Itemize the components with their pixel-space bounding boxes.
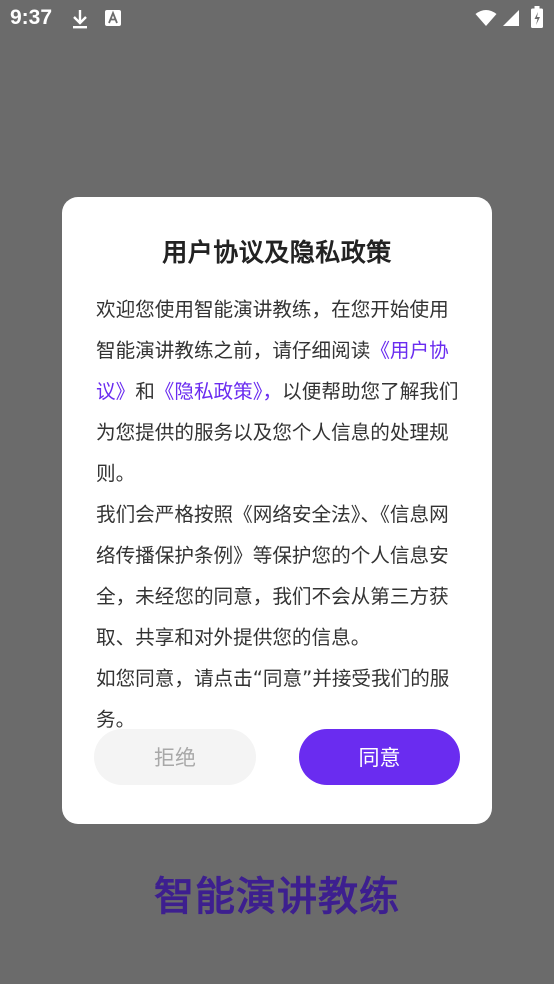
wifi-icon: [475, 10, 497, 26]
reject-button[interactable]: 拒绝: [94, 729, 256, 785]
agree-button[interactable]: 同意: [299, 729, 460, 785]
intro-paragraph: 欢迎您使用智能演讲教练，在您开始使用智能演讲教练之前，请仔细阅读《用户协议》和《…: [96, 289, 462, 494]
privacy-policy-link[interactable]: 《隐私政策》，: [155, 380, 282, 403]
download-icon: [73, 10, 87, 29]
text-a-icon: [105, 10, 121, 26]
law-paragraph: 我们会严格按照《网络安全法》、《信息网络传播保护条例》等保护您的个人信息安全，未…: [96, 503, 449, 649]
dialog-title: 用户协议及隐私政策: [162, 238, 392, 267]
dialog-body[interactable]: 欢迎您使用智能演讲教练，在您开始使用智能演讲教练之前，请仔细阅读《用户协议》和《…: [96, 289, 462, 730]
signal-icon: [503, 10, 519, 26]
battery-icon: [531, 6, 543, 28]
consent-paragraph: 如您同意，请点击“同意”并接受我们的服务。: [96, 667, 450, 730]
app-brand-title: 智能演讲教练: [154, 874, 400, 920]
and-text: 和: [135, 380, 155, 403]
status-time: 9:37: [10, 6, 53, 29]
privacy-dialog: 用户协议及隐私政策 欢迎您使用智能演讲教练，在您开始使用智能演讲教练之前，请仔细…: [62, 197, 492, 824]
status-bar: 9:37: [0, 0, 554, 38]
